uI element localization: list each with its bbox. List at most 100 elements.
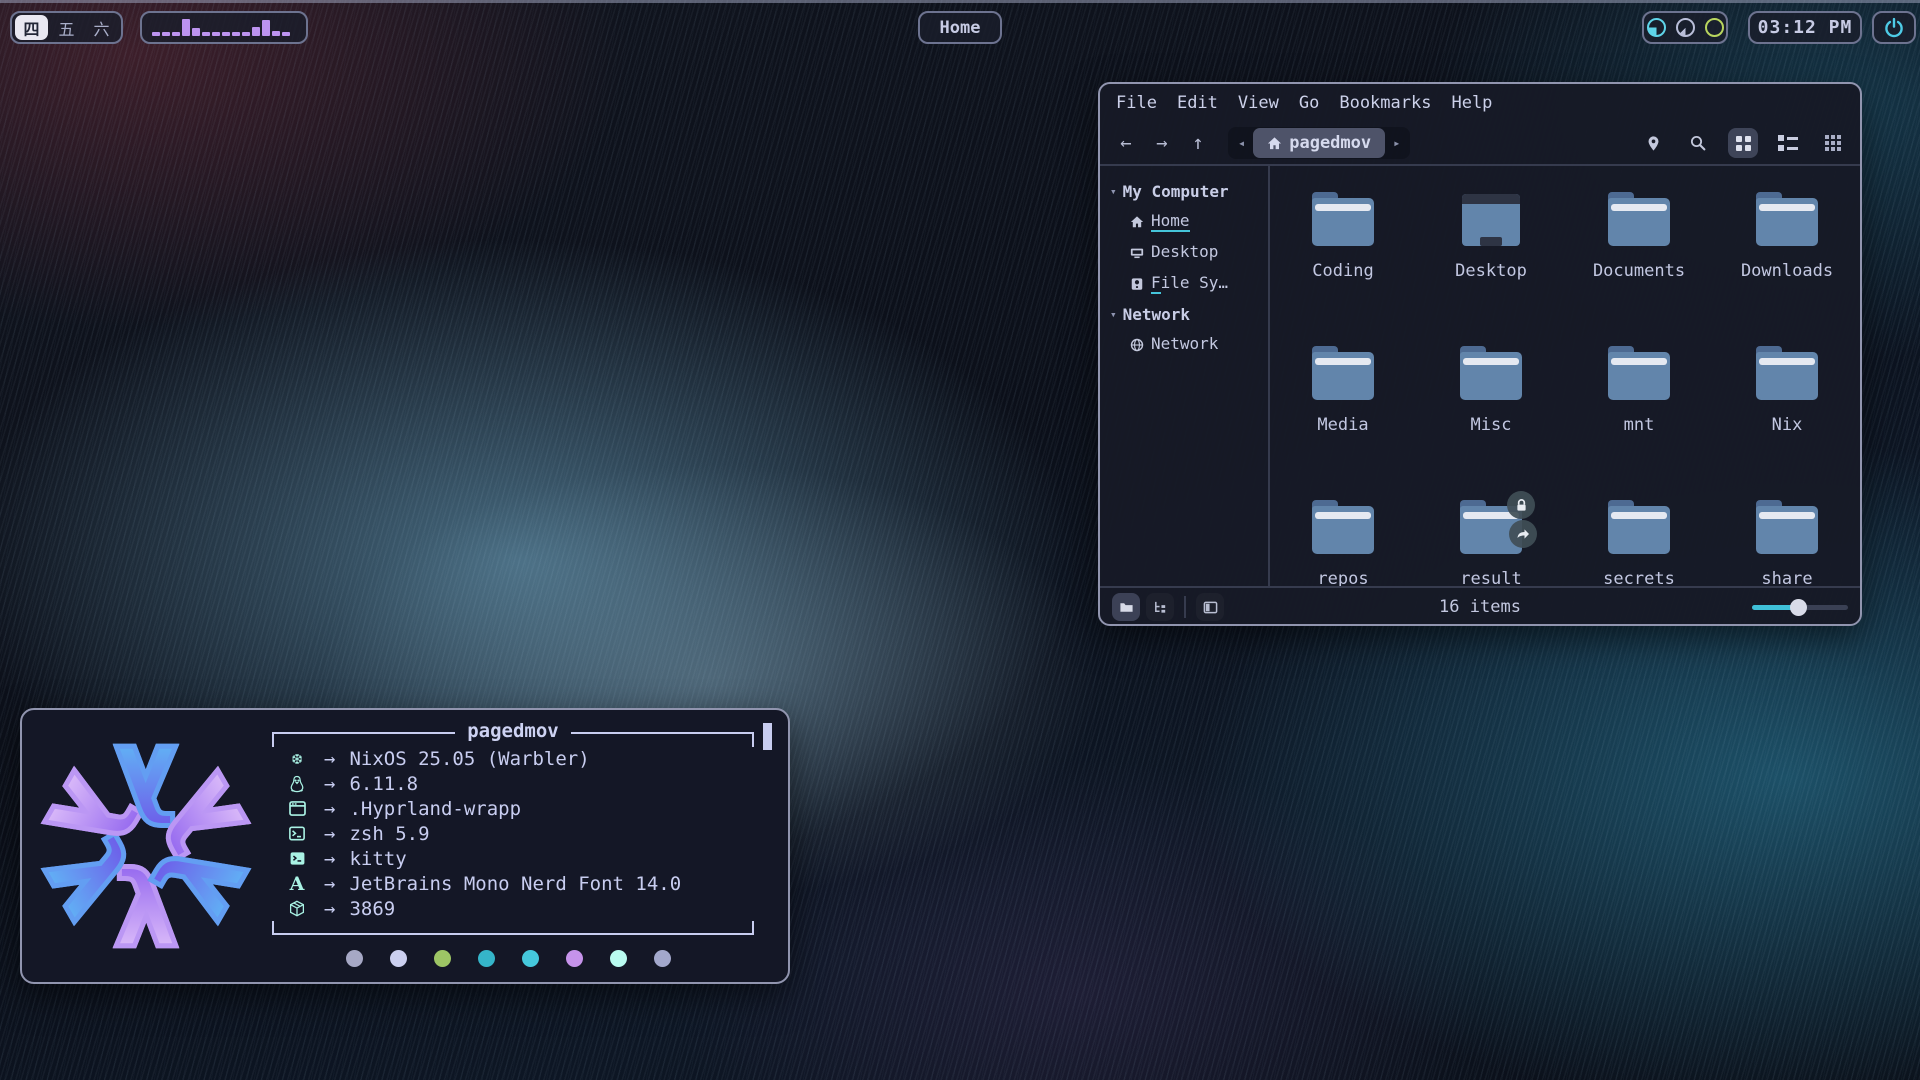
fetch-os-value: NixOS 25.05 (Warbler) <box>349 748 589 770</box>
clock[interactable]: 03:12 PM <box>1748 11 1862 44</box>
menu-edit[interactable]: Edit <box>1177 93 1218 113</box>
filesystem-icon <box>1130 277 1144 291</box>
folder-item-mnt[interactable]: mnt <box>1565 342 1713 496</box>
fetch-row-kernel: → 6.11.8 <box>272 771 754 796</box>
folder-item-desktop[interactable]: Desktop <box>1417 188 1565 342</box>
visualizer-bar <box>192 28 200 36</box>
active-window-title: Home <box>918 11 1002 44</box>
folder-item-downloads[interactable]: Downloads <box>1713 188 1860 342</box>
toolbar: ← → ↑ ◂ pagedmov ▸ <box>1100 122 1860 164</box>
compact-view-icon <box>1778 135 1798 151</box>
audio-visualizer[interactable] <box>140 11 308 44</box>
fetch-row-wm: → .Hyprland-wrapp <box>272 796 754 821</box>
path-segment-home[interactable]: pagedmov <box>1253 128 1385 158</box>
palette-dot <box>566 950 583 967</box>
palette-dot <box>610 950 627 967</box>
workspace-button-1[interactable]: 四 <box>15 15 48 40</box>
disk-gauge-icon <box>1705 18 1724 37</box>
folder-icon <box>1606 500 1672 556</box>
workspace-button-3[interactable]: 六 <box>85 15 118 40</box>
sidebar-section-label: My Computer <box>1123 182 1229 201</box>
folder-item-share[interactable]: share <box>1713 496 1860 586</box>
system-gauges[interactable] <box>1642 11 1728 44</box>
up-button[interactable]: ↑ <box>1184 129 1212 157</box>
menu-go[interactable]: Go <box>1299 93 1319 113</box>
status-bar: 16 items <box>1100 586 1860 626</box>
linux-kernel-icon <box>284 775 310 793</box>
arrow-icon: → <box>324 748 335 770</box>
sidebar-section-my-computer[interactable]: ▾ My Computer <box>1110 176 1268 206</box>
folder-item-nix[interactable]: Nix <box>1713 342 1860 496</box>
folder-item-repos[interactable]: repos <box>1270 496 1417 586</box>
folder-icon <box>1754 500 1820 556</box>
visualizer-bar <box>172 32 180 36</box>
thumbnail-view-icon <box>1825 135 1841 151</box>
palette-dot <box>654 950 671 967</box>
power-button[interactable] <box>1872 11 1916 44</box>
visualizer-bar <box>182 19 190 36</box>
zoom-slider[interactable] <box>1752 605 1848 610</box>
visualizer-bar <box>242 32 250 36</box>
path-scroll-left-icon[interactable]: ◂ <box>1234 136 1249 150</box>
power-icon <box>1883 17 1905 39</box>
visualizer-bar <box>282 32 290 36</box>
path-bar: ◂ pagedmov ▸ <box>1228 127 1410 159</box>
folder-label: mnt <box>1624 415 1655 435</box>
folder-item-secrets[interactable]: secrets <box>1565 496 1713 586</box>
desktop-folder-icon <box>1458 192 1524 248</box>
thumbnail-view-button[interactable] <box>1818 128 1848 158</box>
folder-item-coding[interactable]: Coding <box>1270 188 1417 342</box>
search-icon[interactable] <box>1683 128 1713 158</box>
sidebar-item-home[interactable]: Home <box>1110 206 1268 237</box>
terminal-window: λ λ λ λ λ λ pagedmov ❆ → NixOS 25.05 (Wa… <box>20 708 790 984</box>
compact-view-button[interactable] <box>1773 128 1803 158</box>
sidebar-item-network[interactable]: Network <box>1110 329 1268 360</box>
visualizer-bar <box>272 31 280 36</box>
folder-item-misc[interactable]: Misc <box>1417 342 1565 496</box>
visualizer-bar <box>232 32 240 36</box>
folder-item-documents[interactable]: Documents <box>1565 188 1713 342</box>
nixos-logo: λ λ λ λ λ λ <box>22 710 270 982</box>
arrow-icon: → <box>324 798 335 820</box>
location-pin-icon[interactable] <box>1638 128 1668 158</box>
menu-file[interactable]: File <box>1116 93 1157 113</box>
arrow-icon: → <box>324 873 335 895</box>
folder-label: Media <box>1317 415 1368 435</box>
items-count: 16 items <box>1100 597 1860 617</box>
workspace-button-2[interactable]: 五 <box>50 15 83 40</box>
symlink-emblem-icon <box>1509 520 1537 548</box>
toolbar-right <box>1638 128 1848 158</box>
fetch-font-value: JetBrains Mono Nerd Font 14.0 <box>349 873 681 895</box>
back-button[interactable]: ← <box>1112 129 1140 157</box>
folder-item-result[interactable]: result <box>1417 496 1565 586</box>
zoom-slider-knob[interactable] <box>1790 599 1807 616</box>
fetch-box-top: pagedmov <box>272 720 754 746</box>
sidebar-section-label: Network <box>1123 305 1190 324</box>
sidebar-section-network[interactable]: ▾ Network <box>1110 299 1268 329</box>
fetch-info: pagedmov ❆ → NixOS 25.05 (Warbler) → 6.1… <box>270 710 788 982</box>
path-scroll-right-icon[interactable]: ▸ <box>1389 136 1404 150</box>
icon-view-button[interactable] <box>1728 128 1758 158</box>
fetch-shell-value: zsh 5.9 <box>349 823 429 845</box>
sidebar-item-label: File Sy… <box>1151 273 1228 294</box>
path-segment-label: pagedmov <box>1289 133 1371 153</box>
fetch-row-packages: → 3869 <box>272 896 754 921</box>
visualizer-bar <box>152 32 160 36</box>
folder-item-media[interactable]: Media <box>1270 342 1417 496</box>
sidebar-item-filesystem[interactable]: File Sy… <box>1110 268 1268 299</box>
folder-label: repos <box>1317 569 1368 586</box>
home-icon <box>1130 215 1144 229</box>
top-bar: 四 五 六 Home 03:12 PM <box>0 0 1920 50</box>
menu-help[interactable]: Help <box>1451 93 1492 113</box>
collapse-triangle-icon: ▾ <box>1110 308 1117 321</box>
sidebar-item-desktop[interactable]: Desktop <box>1110 237 1268 268</box>
menu-view[interactable]: View <box>1238 93 1279 113</box>
forward-button[interactable]: → <box>1148 129 1176 157</box>
icon-view-icon <box>1736 136 1751 151</box>
file-manager-body: ▾ My Computer Home Desktop File Sy… ▾ Ne… <box>1100 166 1860 586</box>
folder-grid: Coding Desktop Documents Downloads Media… <box>1270 166 1860 586</box>
menu-bookmarks[interactable]: Bookmarks <box>1339 93 1431 113</box>
window-manager-icon <box>284 801 310 816</box>
memory-gauge-icon <box>1676 18 1695 37</box>
visualizer-bar <box>222 32 230 36</box>
